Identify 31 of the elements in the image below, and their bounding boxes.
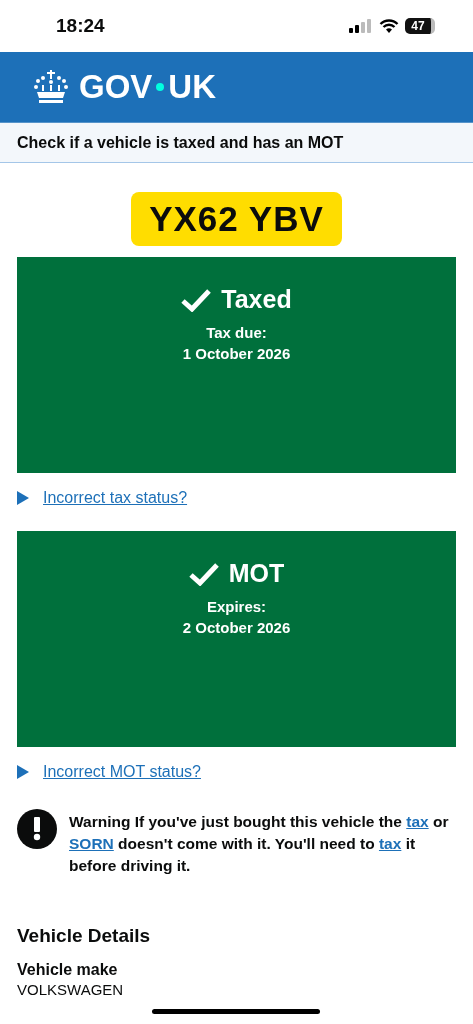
detail-value: VOLKSWAGEN <box>17 981 125 998</box>
tick-icon <box>181 287 212 312</box>
crown-icon <box>33 70 69 104</box>
detail-label: Vehicle make <box>17 961 119 979</box>
text-link[interactable]: tax <box>378 835 402 852</box>
status-date: 1 October 2026 <box>182 344 291 364</box>
logo-text[interactable]: UK <box>168 68 217 106</box>
status-title: MOT <box>228 559 285 588</box>
status-title: Taxed <box>221 285 292 314</box>
details-link[interactable]: Incorrect MOT status? <box>43 763 201 781</box>
text-link[interactable]: SORN <box>69 835 114 852</box>
text-link[interactable]: tax <box>406 813 429 830</box>
logo-dot-icon <box>156 83 165 91</box>
triangle-icon <box>17 491 29 505</box>
exclamation-icon <box>32 817 42 841</box>
wifi-icon <box>379 18 399 34</box>
section-heading: Vehicle Details <box>17 925 152 947</box>
details-link[interactable]: Incorrect tax status? <box>43 489 188 507</box>
number-plate: YX62 YBV <box>131 192 342 246</box>
signal-icon <box>349 19 373 33</box>
status-date: 2 October 2026 <box>182 618 291 638</box>
status-label: Expires: <box>206 597 267 617</box>
home-indicator[interactable] <box>152 1009 320 1014</box>
battery-icon: 47 <box>405 18 435 34</box>
tick-icon <box>188 561 219 586</box>
triangle-icon <box>17 765 29 779</box>
status-label: Tax due: <box>206 323 267 343</box>
warning-text: Warning If you've just bought this vehicle the tax or SORN doesn't come with it. You'll need to tax it before driving it. <box>69 812 450 876</box>
clock-time: 18:24 <box>56 15 105 37</box>
service-name[interactable]: Check if a vehicle is taxed and has an MOT <box>17 133 344 152</box>
logo-text[interactable]: GOV <box>79 68 153 106</box>
